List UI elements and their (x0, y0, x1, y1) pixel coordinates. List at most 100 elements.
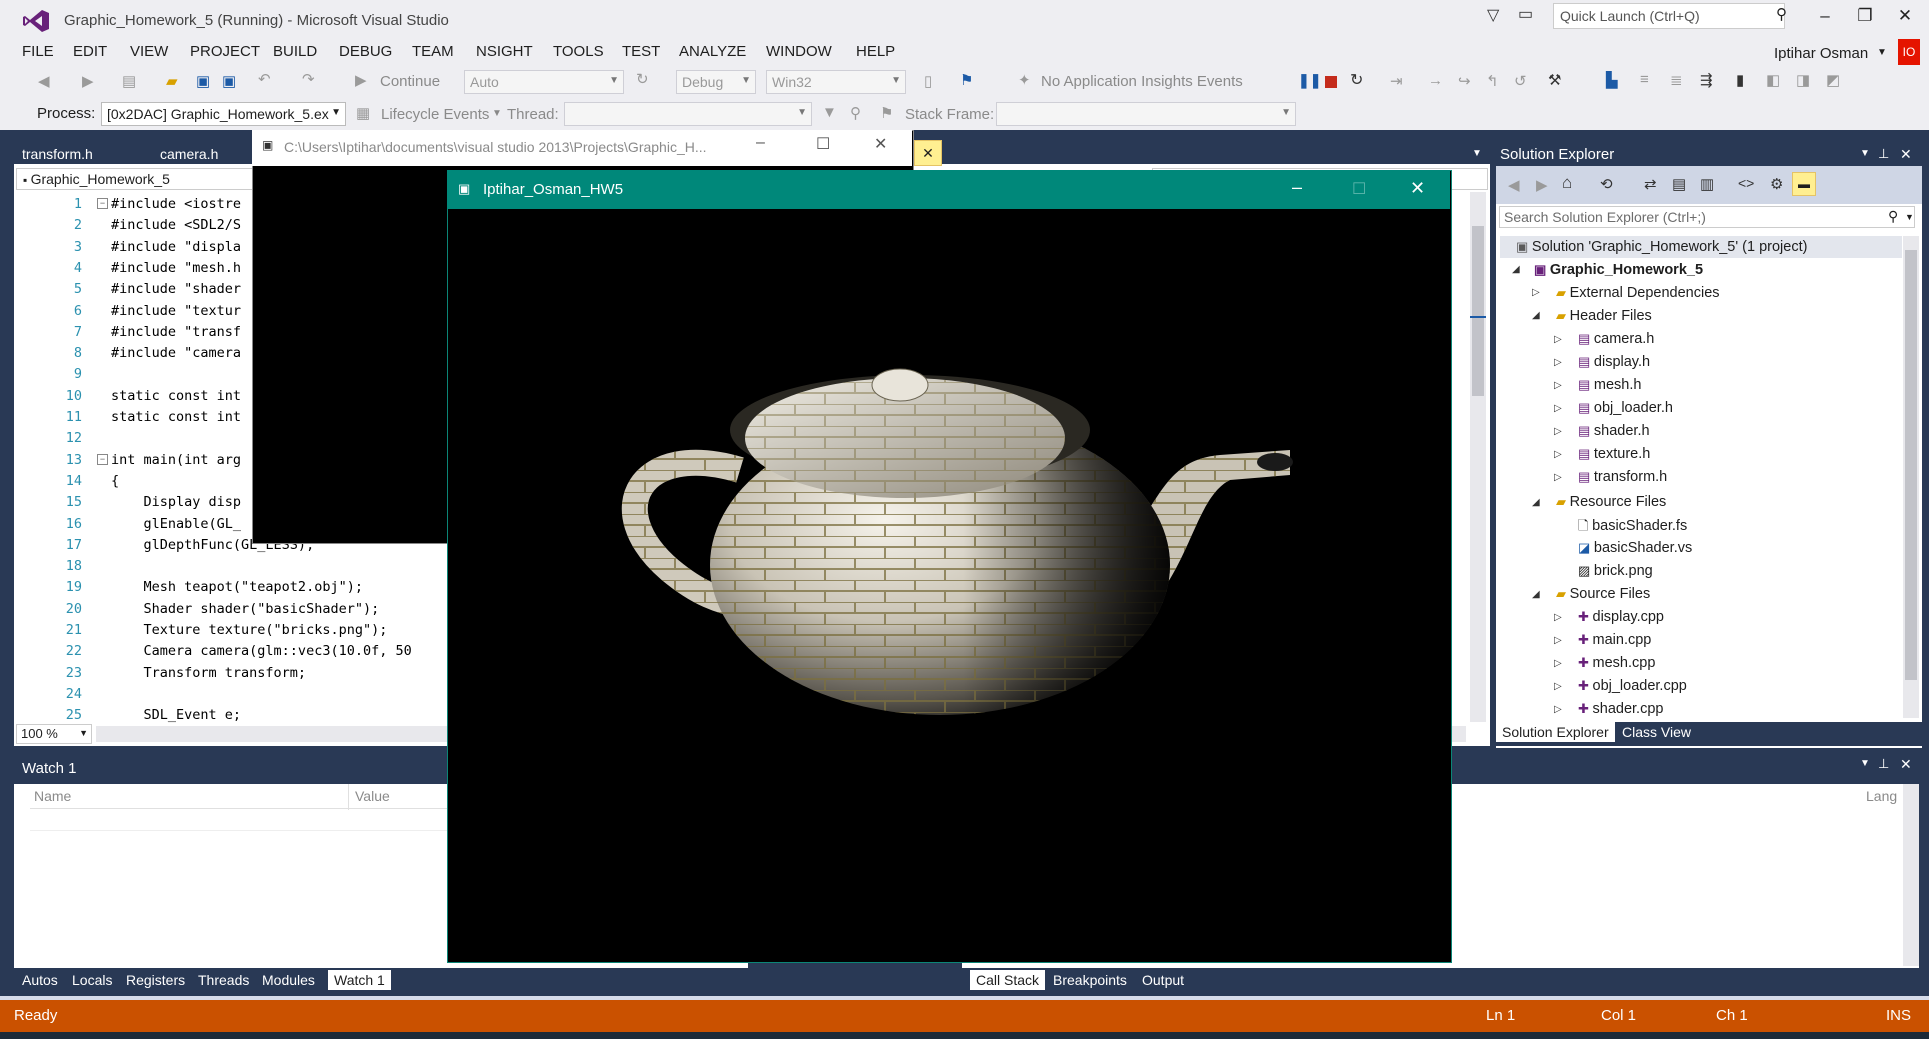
format-icon[interactable]: ▙ (1606, 71, 1618, 89)
continue-button[interactable]: Continue (380, 73, 440, 90)
tree-item-file[interactable]: ▤ display.h (1578, 354, 1650, 370)
show-next-statement-icon[interactable]: ⇥ (1390, 72, 1403, 90)
code-line[interactable]: Texture texture("bricks.png"); (111, 622, 388, 638)
find-icon[interactable]: ⚑ (960, 71, 973, 89)
menu-edit[interactable]: EDIT (73, 43, 107, 60)
code-line[interactable]: #include "transf (111, 324, 241, 340)
prev-bookmark-icon[interactable]: ◧ (1766, 71, 1780, 89)
tree-item-file[interactable]: ✚ main.cpp (1578, 632, 1651, 648)
insights-icon[interactable]: ✦ (1018, 71, 1031, 89)
watch-column-value[interactable]: Value (355, 788, 390, 804)
close-button[interactable]: ✕ (1890, 6, 1920, 26)
search-icon[interactable]: ⚲ (1776, 5, 1787, 23)
collapse-region-icon[interactable]: − (97, 198, 108, 209)
preview-selected-icon[interactable]: ▬ (1792, 172, 1816, 196)
collapsed-arrow-icon[interactable]: ▷ (1554, 426, 1562, 437)
code-line[interactable]: #include "mesh.h (111, 260, 241, 276)
tree-item-file[interactable]: ▤ obj_loader.h (1578, 400, 1673, 416)
chevron-down-icon[interactable]: ▼ (1860, 758, 1870, 769)
tree-item-file[interactable]: ✚ display.cpp (1578, 609, 1664, 625)
collapsed-arrow-icon[interactable]: ▷ (1554, 635, 1562, 646)
code-line[interactable]: Mesh teapot("teapot2.obj"); (111, 579, 363, 595)
tree-item-file[interactable]: ▤ transform.h (1578, 469, 1667, 485)
chevron-down-icon[interactable]: ▼ (1472, 148, 1482, 159)
save-all-icon[interactable]: ▣ (222, 72, 236, 90)
chevron-down-icon[interactable]: ▼ (492, 108, 502, 119)
home-icon[interactable]: ⌂ (1562, 173, 1572, 193)
lifecycle-events-button[interactable]: Lifecycle Events (381, 106, 489, 123)
step-back-icon[interactable]: ↺ (1514, 72, 1527, 90)
tab-registers[interactable]: Registers (126, 972, 185, 988)
search-icon[interactable]: ⚲ (1888, 208, 1898, 225)
indent-icon[interactable]: ⇶ (1700, 71, 1713, 89)
code-line[interactable]: static const int (111, 388, 241, 404)
collapsed-arrow-icon[interactable]: ▷ (1554, 704, 1562, 715)
tree-item-external-dependencies[interactable]: ▰ External Dependencies (1556, 285, 1720, 301)
collapsed-arrow-icon[interactable]: ▷ (1532, 287, 1540, 298)
tree-item-file[interactable]: ▤ texture.h (1578, 446, 1650, 462)
collapsed-arrow-icon[interactable]: ▷ (1554, 612, 1562, 623)
menu-nsight[interactable]: NSIGHT (476, 43, 533, 60)
collapsed-arrow-icon[interactable]: ▷ (1554, 380, 1562, 391)
solution-platform-combo[interactable]: Auto ▼ (464, 70, 624, 94)
platform-combo[interactable]: Win32 ▼ (766, 70, 906, 94)
code-line[interactable]: #include "textur (111, 303, 241, 319)
collapsed-arrow-icon[interactable]: ▷ (1554, 449, 1562, 460)
zoom-combo[interactable]: 100 % ▼ (16, 724, 92, 744)
solution-explorer-search-input[interactable]: Search Solution Explorer (Ctrl+;) (1499, 206, 1915, 228)
chevron-down-icon[interactable]: ▼ (1860, 148, 1870, 159)
minimize-button[interactable]: – (1810, 6, 1840, 26)
properties-icon[interactable]: ⚙ (1770, 175, 1783, 193)
tab-solution-explorer[interactable]: Solution Explorer (1496, 722, 1615, 742)
pin-icon[interactable]: ⊥ (1878, 756, 1889, 772)
menu-debug[interactable]: DEBUG (339, 43, 392, 60)
thread-combo[interactable]: ▼ (564, 102, 812, 126)
language-column[interactable]: Lang (1866, 788, 1897, 804)
new-project-icon[interactable]: ▤ (122, 72, 136, 90)
save-icon[interactable]: ▣ (196, 72, 210, 90)
code-line[interactable]: #include "shader (111, 281, 241, 297)
collapsed-arrow-icon[interactable]: ▷ (1554, 681, 1562, 692)
step-into-icon[interactable]: → (1428, 72, 1443, 89)
code-line[interactable]: glEnable(GL_ (111, 516, 242, 532)
tree-item-file[interactable]: ✚ obj_loader.cpp (1578, 678, 1687, 694)
thread-icon[interactable]: ⚒ (1548, 71, 1561, 89)
code-line[interactable]: Display disp (111, 494, 242, 510)
code-line[interactable]: Shader shader("basicShader"); (111, 601, 380, 617)
maximize-button[interactable]: ☐ (1352, 179, 1366, 199)
close-tab-icon[interactable]: ✕ (914, 140, 942, 166)
forward-icon[interactable]: ▶ (1536, 176, 1548, 194)
close-button[interactable]: ✕ (1410, 178, 1425, 199)
refresh-icon[interactable]: ⇄ (1644, 175, 1657, 193)
pause-icon[interactable]: ❚❚ (1298, 72, 1321, 89)
feedback-icon[interactable]: ▭ (1518, 4, 1533, 24)
process-combo[interactable]: [0x2DAC] Graphic_Homework_5.ex ▼ (101, 102, 346, 126)
tab-camera-h[interactable]: camera.h (160, 146, 218, 162)
flag-icon[interactable]: ⚑ (880, 104, 893, 122)
menu-help[interactable]: HELP (856, 43, 895, 60)
bookmark-icon[interactable]: ▮ (1736, 71, 1744, 89)
code-line[interactable]: #include "camera (111, 345, 241, 361)
configuration-combo[interactable]: Debug ▼ (676, 70, 756, 94)
tree-item-basicshader-vs[interactable]: ◪ basicShader.vs (1578, 540, 1692, 556)
code-line[interactable]: static const int (111, 409, 241, 425)
filter-threads-icon[interactable]: ▼ (822, 104, 837, 121)
collapse-all-icon[interactable]: ▤ (1672, 175, 1686, 193)
tab-autos[interactable]: Autos (22, 972, 58, 988)
expanded-arrow-icon[interactable]: ◢ (1532, 310, 1540, 321)
minimize-button[interactable]: – (1292, 177, 1302, 198)
maximize-button[interactable]: ☐ (816, 134, 830, 154)
uncomment-icon[interactable]: ≣ (1670, 71, 1683, 89)
pin-icon[interactable]: ⊥ (1878, 146, 1889, 162)
tab-watch-1[interactable]: Watch 1 (328, 970, 391, 990)
tab-call-stack[interactable]: Call Stack (970, 970, 1046, 990)
code-line[interactable]: Camera camera(glm::vec3(10.0f, 50 (111, 643, 412, 659)
expanded-arrow-icon[interactable]: ◢ (1532, 497, 1540, 508)
menu-view[interactable]: VIEW (130, 43, 168, 60)
code-line[interactable]: #include <iostre (111, 196, 241, 212)
expanded-arrow-icon[interactable]: ◢ (1512, 264, 1520, 275)
collapse-region-icon[interactable]: − (97, 453, 108, 465)
next-bookmark-icon[interactable]: ◨ (1796, 71, 1810, 89)
scrollbar-thumb[interactable] (1905, 250, 1917, 680)
tree-item-brick-png[interactable]: ▨ brick.png (1578, 563, 1653, 579)
